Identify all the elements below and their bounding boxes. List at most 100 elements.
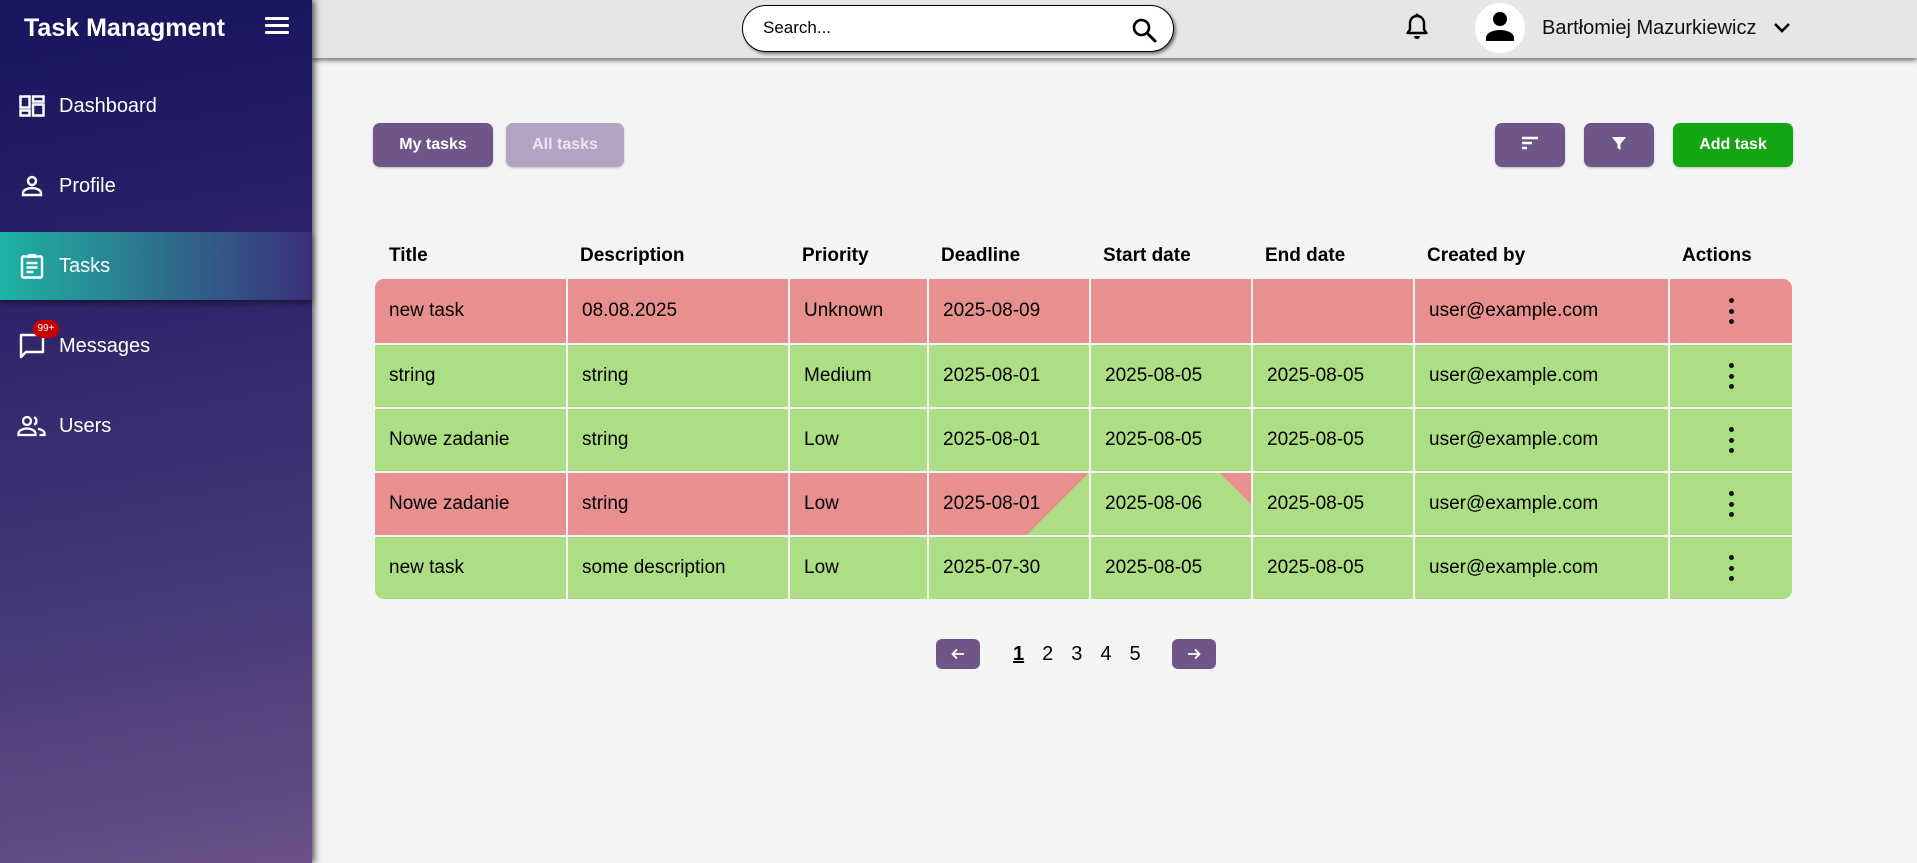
arrow-left-icon <box>951 648 964 660</box>
cell-end-date: 2025-08-05 <box>1251 537 1413 599</box>
hamburger-menu-icon[interactable] <box>262 14 292 42</box>
cell-created-by: user@example.com <box>1413 279 1668 343</box>
column-header-description: Description <box>580 245 685 266</box>
sidebar-item-label: Tasks <box>59 254 111 277</box>
page-number-2[interactable]: 2 <box>1042 643 1053 666</box>
sidebar-item-label: Messages <box>59 334 151 357</box>
cell-start-date: 2025-08-05 <box>1089 345 1251 407</box>
cell-description: string <box>566 345 788 407</box>
cell-description: some description <box>566 537 788 599</box>
cell-created-by: user@example.com <box>1413 345 1668 407</box>
person-icon <box>17 171 47 201</box>
table-body: new task 08.08.2025 Unknown 2025-08-09 u… <box>375 279 1792 599</box>
cell-priority: Low <box>788 473 927 535</box>
cell-start-date: 2025-08-05 <box>1089 537 1251 599</box>
cell-created-by: user@example.com <box>1413 473 1668 535</box>
page-number-4[interactable]: 4 <box>1100 643 1111 666</box>
pagination: 1 2 3 4 5 <box>936 639 1216 669</box>
app-brand: Task Managment <box>24 14 225 42</box>
more-options-icon[interactable] <box>1727 298 1735 324</box>
search-box <box>742 5 1174 52</box>
cell-end-date: 2025-08-05 <box>1251 345 1413 407</box>
sidebar-item-profile[interactable]: Profile <box>0 152 312 220</box>
next-page-button[interactable] <box>1171 639 1216 669</box>
sort-icon <box>1520 135 1540 156</box>
table-row[interactable]: Nowe zadanie string Low 2025-08-01 2025-… <box>375 407 1792 471</box>
cell-deadline: 2025-07-30 <box>927 537 1089 599</box>
cell-priority: Low <box>788 537 927 599</box>
cell-actions <box>1668 537 1792 599</box>
column-header-priority: Priority <box>802 245 869 266</box>
column-header-deadline: Deadline <box>941 245 1021 266</box>
sidebar-nav: Dashboard Profile Tasks 99+ Messages Use… <box>0 72 312 472</box>
table-row[interactable]: Nowe zadanie string Low 2025-08-01 2025-… <box>375 471 1792 535</box>
cell-end-date: 2025-08-05 <box>1251 473 1413 535</box>
sidebar-item-label: Profile <box>59 174 116 197</box>
dashboard-icon <box>17 91 47 121</box>
filter-button[interactable] <box>1584 123 1654 167</box>
column-header-actions: Actions <box>1682 245 1752 266</box>
filter-icon <box>1611 135 1627 156</box>
user-name[interactable]: Bartłomiej Mazurkiewicz <box>1542 17 1757 40</box>
column-header-title: Title <box>389 245 428 266</box>
previous-page-button[interactable] <box>936 639 980 669</box>
cell-created-by: user@example.com <box>1413 537 1668 599</box>
table-row[interactable]: new task 08.08.2025 Unknown 2025-08-09 u… <box>375 279 1792 343</box>
all-tasks-button[interactable]: All tasks <box>506 123 624 167</box>
sidebar-item-users[interactable]: Users <box>0 392 312 460</box>
cell-priority: Medium <box>788 345 927 407</box>
cell-end-date: 2025-08-05 <box>1251 409 1413 471</box>
cell-deadline: 2025-08-01 <box>927 409 1089 471</box>
table-row[interactable]: new task some description Low 2025-07-30… <box>375 535 1792 599</box>
sidebar-item-tasks[interactable]: Tasks <box>0 232 312 300</box>
cell-title: new task <box>389 557 464 578</box>
more-options-icon[interactable] <box>1727 491 1735 517</box>
sidebar-item-dashboard[interactable]: Dashboard <box>0 72 312 140</box>
clipboard-icon <box>17 251 47 281</box>
chevron-down-icon[interactable] <box>1772 18 1792 38</box>
search-icon[interactable] <box>1131 17 1157 43</box>
cell-actions <box>1668 409 1792 471</box>
cell-actions <box>1668 345 1792 407</box>
cell-priority: Low <box>788 409 927 471</box>
cell-description: string <box>566 409 788 471</box>
page-number-5[interactable]: 5 <box>1130 643 1141 666</box>
cell-actions <box>1668 279 1792 343</box>
user-avatar-icon <box>1486 11 1514 46</box>
cell-start-date <box>1089 279 1251 343</box>
tasks-table: Title Description Priority Deadline Star… <box>375 233 1792 599</box>
page-number-3[interactable]: 3 <box>1071 643 1082 666</box>
sidebar-item-messages[interactable]: 99+ Messages <box>0 312 312 380</box>
more-options-icon[interactable] <box>1727 555 1735 581</box>
cell-start-date: 2025-08-06 <box>1089 473 1251 535</box>
cell-deadline: 2025-08-09 <box>927 279 1089 343</box>
sidebar: Task Managment Dashboard Profile Tasks 9… <box>0 0 312 863</box>
add-task-button[interactable]: Add task <box>1673 123 1793 167</box>
cell-title: Nowe zadanie <box>389 429 510 450</box>
sort-button[interactable] <box>1495 123 1565 167</box>
column-header-start-date: Start date <box>1103 245 1191 266</box>
page-number-1[interactable]: 1 <box>1013 643 1024 666</box>
column-header-created-by: Created by <box>1427 245 1526 266</box>
my-tasks-button[interactable]: My tasks <box>373 123 493 167</box>
sidebar-item-label: Dashboard <box>59 94 157 117</box>
cell-actions <box>1668 473 1792 535</box>
top-bar: Bartłomiej Mazurkiewicz <box>312 0 1917 58</box>
cell-title: new task <box>389 300 464 321</box>
users-icon <box>17 411 47 441</box>
cell-start-date: 2025-08-05 <box>1089 409 1251 471</box>
more-options-icon[interactable] <box>1727 427 1735 453</box>
column-header-end-date: End date <box>1265 245 1346 266</box>
cell-title: Nowe zadanie <box>375 473 566 535</box>
notification-bell-icon[interactable] <box>1402 12 1432 42</box>
cell-description: string <box>566 473 788 535</box>
cell-deadline: 2025-08-01 <box>927 345 1089 407</box>
sidebar-item-label: Users <box>59 414 112 437</box>
cell-title: string <box>389 365 436 386</box>
more-options-icon[interactable] <box>1727 363 1735 389</box>
table-row[interactable]: string string Medium 2025-08-01 2025-08-… <box>375 343 1792 407</box>
avatar[interactable] <box>1475 3 1525 53</box>
table-header: Title Description Priority Deadline Star… <box>375 233 1792 279</box>
search-input[interactable] <box>763 18 1123 38</box>
messages-badge: 99+ <box>33 320 59 338</box>
